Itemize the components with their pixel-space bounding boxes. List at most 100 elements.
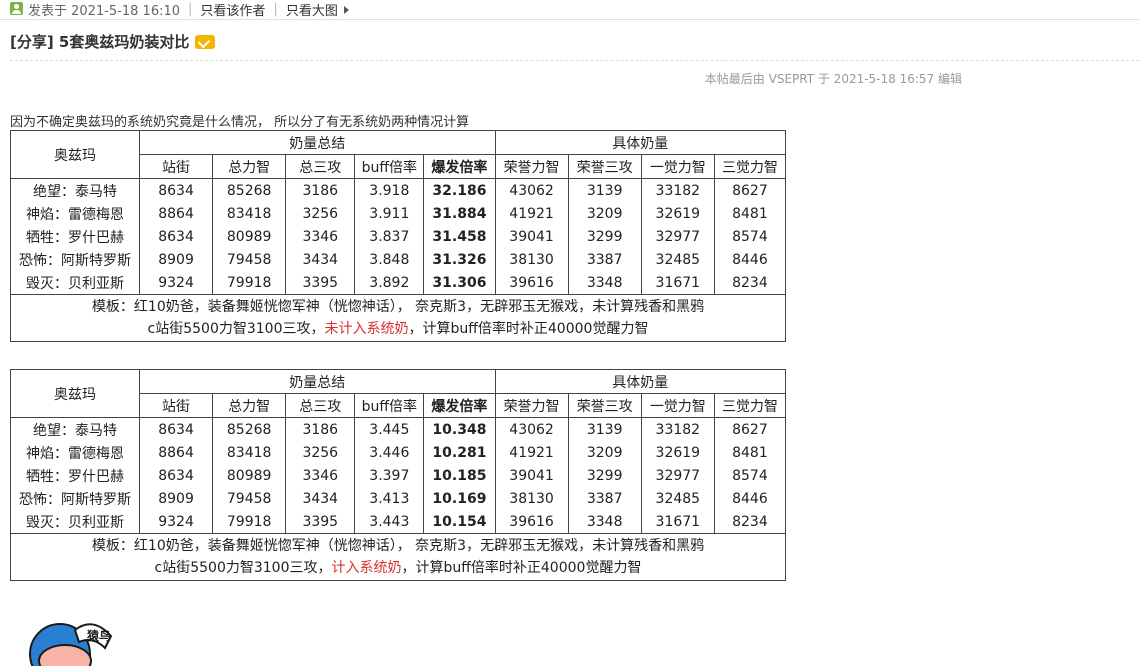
table-cell: 3.413	[354, 487, 425, 510]
group-header-detail: 具体奶量	[494, 369, 786, 394]
table-row: 绝望：泰马特 8634 85268 3186 3.918 32.186 43062 3139 3…	[10, 178, 787, 202]
column-header: 一觉力智	[640, 154, 715, 179]
table-cell: 3.892	[354, 271, 425, 295]
column-header: 站街	[138, 393, 214, 418]
table-cell: 39041	[494, 464, 569, 487]
column-header: 总力智	[212, 393, 287, 418]
table-cell: 8634	[138, 464, 214, 487]
row-name: 绝望：泰马特	[10, 417, 140, 441]
table-cell: 3348	[567, 271, 642, 295]
table-cell: 43062	[494, 178, 569, 202]
arrow-right-icon[interactable]	[343, 5, 349, 14]
table-cell: 3.848	[354, 248, 425, 271]
table-cell: 31.326	[423, 248, 496, 271]
table-cell: 8909	[138, 248, 214, 271]
table-cell: 33182	[640, 178, 715, 202]
row-header: 奥兹玛	[10, 130, 140, 179]
table-cell: 38130	[494, 487, 569, 510]
table-row: 毁灭：贝利亚斯 9324 79918 3395 3.443 10.154 39616 3348…	[10, 510, 787, 534]
column-header: 总三攻	[285, 154, 356, 179]
column-header: 总三攻	[285, 393, 356, 418]
note-line-1: 模板：红10奶爸，装备舞姬恍惚军神（恍惚神话）， 奈克斯3，无辟邪玉无猴戏，未计…	[91, 538, 705, 554]
table-cell: 39616	[494, 510, 569, 534]
avatar-label: 猿鸟	[86, 628, 111, 643]
table-row: 神焰：雷德梅恩 8864 83418 3256 3.911 31.884 41921 3209…	[10, 202, 787, 225]
table-cell: 31.458	[423, 225, 496, 248]
table-cell: 3387	[567, 487, 642, 510]
table-row: 恐怖：阿斯特罗斯 8909 79458 3434 3.848 31.326 38130 338…	[10, 248, 787, 271]
table-cell: 33182	[640, 417, 715, 441]
posted-at: 发表于 2021-5-18 16:10	[28, 4, 181, 19]
table-cell: 43062	[494, 417, 569, 441]
table-cell: 31671	[640, 271, 715, 295]
divider: |	[273, 2, 278, 17]
table-cell: 3186	[285, 178, 356, 202]
table-cell: 3.445	[354, 417, 425, 441]
table-cell: 10.154	[423, 510, 496, 534]
table-cell: 8446	[713, 248, 787, 271]
table-cell: 83418	[212, 202, 287, 225]
column-header: buff倍率	[354, 154, 425, 179]
group-header-summary: 奶量总结	[138, 130, 496, 155]
table-cell: 3186	[285, 417, 356, 441]
comparison-table-without-system: 奥兹玛 奶量总结 具体奶量 站街 总力智 总三攻 buff倍率 爆发倍率 荣誉力智 荣誉三攻…	[10, 130, 787, 342]
table-cell: 3.918	[354, 178, 425, 202]
table-cell: 31671	[640, 510, 715, 534]
table-cell: 10.185	[423, 464, 496, 487]
table-cell: 10.169	[423, 487, 496, 510]
table-cell: 39616	[494, 271, 569, 295]
row-name: 神焰：雷德梅恩	[10, 202, 140, 225]
note-text: c站街5500力智3100三攻，	[154, 560, 332, 576]
row-name: 毁灭：贝利亚斯	[10, 271, 140, 295]
divider: |	[188, 2, 193, 17]
table-cell: 79918	[212, 510, 287, 534]
column-header: 荣誉三攻	[567, 393, 642, 418]
post-title: [分享] 5套奥兹玛奶装对比	[10, 33, 190, 51]
table-cell: 3387	[567, 248, 642, 271]
table-cell: 8627	[713, 417, 787, 441]
table-cell: 3348	[567, 510, 642, 534]
table-cell: 8481	[713, 441, 787, 464]
row-name: 牺牲：罗什巴赫	[10, 225, 140, 248]
table-cell: 3.397	[354, 464, 425, 487]
table-cell: 8481	[713, 202, 787, 225]
avatar: 猿鸟	[29, 623, 113, 666]
row-name: 神焰：雷德梅恩	[10, 441, 140, 464]
only-author-link[interactable]: 只看该作者	[200, 0, 265, 19]
post-intro: 因为不确定奥兹玛的系统奶究竟是什么情况， 所以分了有无系统奶两种情况计算	[10, 115, 470, 130]
table-cell: 8864	[138, 202, 214, 225]
table-cell: 10.348	[423, 417, 496, 441]
table-cell: 3346	[285, 225, 356, 248]
row-name: 恐怖：阿斯特罗斯	[10, 487, 140, 510]
table-cell: 79458	[212, 248, 287, 271]
note-highlight: 计入系统奶	[331, 560, 402, 576]
table-cell: 9324	[138, 271, 214, 295]
table-cell: 32977	[640, 464, 715, 487]
table-cell: 3209	[567, 441, 642, 464]
table-cell: 8234	[713, 510, 787, 534]
table-row: 毁灭：贝利亚斯 9324 79918 3395 3.892 31.306 39616 3348…	[10, 271, 787, 295]
note-highlight: 未计入系统奶	[324, 321, 409, 337]
table-cell: 3299	[567, 464, 642, 487]
table-cell: 41921	[494, 202, 569, 225]
column-header: 爆发倍率	[423, 154, 496, 179]
column-header: 荣誉力智	[494, 154, 569, 179]
table-cell: 3434	[285, 487, 356, 510]
table-cell: 8574	[713, 225, 787, 248]
table-cell: 8909	[138, 487, 214, 510]
table-cell: 3256	[285, 202, 356, 225]
table-cell: 85268	[212, 417, 287, 441]
table-cell: 32619	[640, 202, 715, 225]
table-cell: 8634	[138, 417, 214, 441]
table-cell: 8864	[138, 441, 214, 464]
table-cell: 8446	[713, 487, 787, 510]
table-cell: 3346	[285, 464, 356, 487]
user-icon	[10, 2, 23, 15]
table-cell: 79918	[212, 271, 287, 295]
only-big-image-link[interactable]: 只看大图	[286, 0, 338, 19]
table-cell: 39041	[494, 225, 569, 248]
table-cell: 41921	[494, 441, 569, 464]
table-cell: 32619	[640, 441, 715, 464]
row-name: 恐怖：阿斯特罗斯	[10, 248, 140, 271]
table-cell: 32.186	[423, 178, 496, 202]
